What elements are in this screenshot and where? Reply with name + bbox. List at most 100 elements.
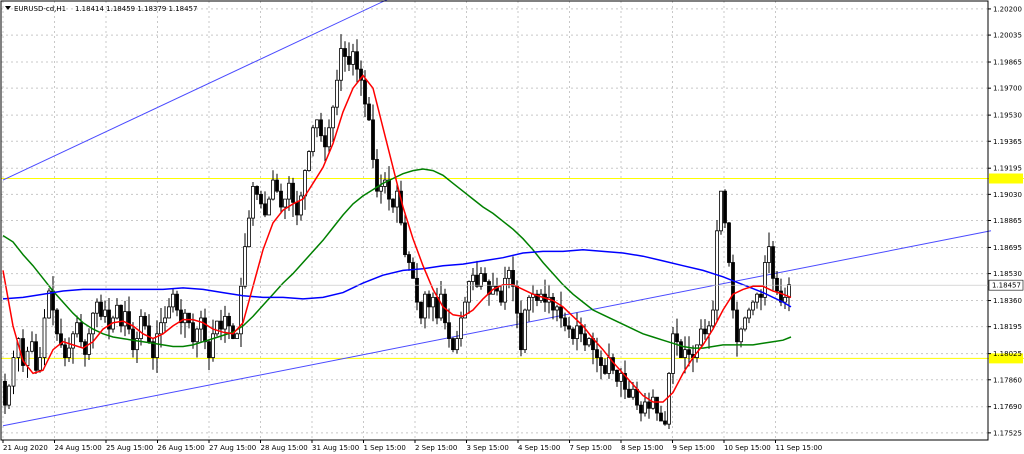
x-tick-label: 7 Sep 15:00 (570, 444, 612, 452)
candle-body (759, 293, 763, 298)
candle-body (747, 309, 751, 319)
candle-body (371, 119, 375, 160)
y-tick-label: 1.18025 (993, 350, 1022, 358)
candle-body (731, 262, 735, 311)
y-tick-label: 1.17525 (993, 429, 1022, 437)
candle-body (171, 293, 175, 308)
candle-body (251, 186, 255, 219)
candle-body (25, 350, 30, 366)
candle-body (459, 317, 463, 339)
candle-body (47, 290, 51, 319)
candle-body (603, 365, 607, 374)
candle-body (119, 304, 123, 327)
candle-body (103, 309, 107, 317)
candle-body (771, 246, 775, 279)
candle-body (259, 193, 263, 205)
candle-body (287, 182, 291, 200)
candle-body (559, 306, 563, 319)
candle-body (123, 311, 127, 327)
candle-body (419, 301, 423, 319)
candle-body (67, 347, 71, 358)
candle-body (471, 274, 475, 282)
candle-body (311, 127, 315, 152)
candle-body (187, 312, 191, 324)
candle-body (351, 51, 355, 65)
candle-body (30, 341, 34, 352)
candle-body (711, 309, 715, 327)
candle-body (519, 312, 523, 351)
candle-body (331, 106, 335, 129)
candle-body (303, 170, 307, 197)
candle-body (147, 325, 151, 343)
y-tick-label: 1.18695 (993, 244, 1022, 252)
x-tick-label: 2 Sep 15:00 (415, 444, 457, 452)
y-tick-label: 1.19365 (993, 138, 1022, 146)
candle-body (319, 119, 323, 137)
candle-body (347, 56, 351, 65)
candle-body (387, 179, 391, 200)
candle-body (479, 273, 483, 287)
candle-body (499, 290, 503, 303)
candle-body (511, 270, 515, 287)
candle-body (167, 306, 171, 319)
ohlc-values: 1.18414 1.18459 1.18379 1.18457 (75, 5, 197, 13)
candlestick-chart[interactable]: 1.20200 1.20035 1.19865 1.19700 1.19530 1.193… (0, 0, 1024, 454)
candle-body (79, 322, 83, 343)
y-tick-label: 1.17690 (993, 403, 1022, 411)
candle-body (95, 301, 99, 314)
x-tick-label: 3 Sep 15:00 (467, 444, 509, 452)
candle-body (587, 338, 591, 346)
y-tick-label: 1.19865 (993, 59, 1022, 67)
candle-body (327, 127, 331, 148)
y-tick-label: 1.18865 (993, 217, 1022, 225)
candle-body (191, 322, 195, 343)
symbol-label: EURUSD-cd,H1 (14, 5, 66, 13)
candle-body (703, 328, 707, 335)
x-tick-label: 4 Sep 15:00 (518, 444, 560, 452)
candle-body (583, 333, 587, 346)
candle-body (423, 293, 427, 319)
candle-body (51, 290, 55, 311)
candle-body (139, 315, 143, 339)
candle-body (451, 338, 455, 351)
candle-body (339, 48, 343, 81)
candle-body (195, 328, 199, 343)
candle-body (91, 312, 95, 335)
candle-body (275, 179, 279, 192)
candle-body (63, 344, 67, 358)
y-tick-label: 1.20200 (993, 5, 1022, 13)
candle-body (447, 322, 451, 339)
candle-body (683, 349, 687, 358)
candle-body (431, 296, 435, 308)
candle-body (99, 301, 103, 317)
candle-body (207, 341, 211, 358)
candle-body (291, 182, 295, 203)
candle-body (391, 198, 395, 208)
candle-body (651, 396, 655, 409)
candle-body (223, 315, 227, 330)
candle-body (727, 222, 731, 263)
candle-body (675, 333, 679, 343)
x-tick-label: 11 Sep 15:00 (776, 444, 823, 452)
candle-body (219, 320, 223, 330)
candle-body (34, 341, 38, 371)
candle-body (715, 230, 719, 311)
y-tick-label: 1.17860 (993, 376, 1022, 384)
candle-body (515, 285, 519, 314)
candle-body (227, 315, 231, 327)
candle-body (175, 293, 179, 311)
y-tick-label: 1.18360 (993, 297, 1022, 305)
x-tick-label: 10 Sep 15:00 (724, 444, 771, 452)
candle-body (435, 296, 439, 319)
candle-body (283, 198, 287, 208)
candle-body (455, 338, 459, 351)
candle-body (743, 317, 747, 330)
candle-body (75, 322, 79, 335)
candle-body (395, 190, 399, 208)
candle-body (575, 325, 579, 339)
candle-body (739, 328, 743, 343)
candle-body (527, 296, 531, 311)
candle-body (199, 317, 203, 330)
candle-body (671, 333, 675, 374)
candle-body (243, 246, 247, 287)
